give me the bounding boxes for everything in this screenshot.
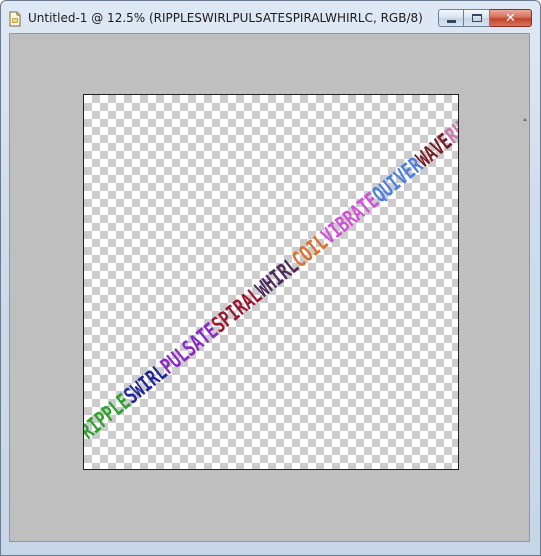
close-button[interactable]: ✕ [490,9,532,27]
minimize-icon [446,19,456,23]
caption-buttons: ✕ [438,9,532,27]
word-strip-group: RIPPLESWIRLPULSATESPIRALWHIRLCOILVIBRATE… [84,95,458,445]
minimize-button[interactable] [438,9,464,27]
close-icon: ✕ [505,10,516,26]
document-workspace[interactable]: RIPPLE SWIRL PULSATE SPIRAL WHIRL COIL VIBRATE… [9,33,530,542]
maximize-icon [471,14,482,22]
window-title: Untitled-1 @ 12.5% (RIPPLESWIRLPULSATESP… [28,11,423,25]
scroll-up-arrow-icon[interactable] [523,118,527,121]
canvas-word-pulsate: PULSATE [156,319,223,380]
vertical-scrollbar[interactable] [519,34,529,541]
photoshop-document-icon [9,11,21,27]
diagonal-word-text: RIPPLESWIRLPULSATESPIRALWHIRLCOILVIBRATE… [84,95,458,445]
image-canvas[interactable]: RIPPLE SWIRL PULSATE SPIRAL WHIRL COIL VIBRATE… [83,94,459,470]
maximize-button[interactable] [464,9,490,27]
canvas-word-vibrate: VIBRATE [317,189,384,250]
title-bar[interactable]: Untitled-1 @ 12.5% (RIPPLESWIRLPULSATESP… [1,1,540,33]
document-window: Untitled-1 @ 12.5% (RIPPLESWIRLPULSATESP… [0,0,541,556]
